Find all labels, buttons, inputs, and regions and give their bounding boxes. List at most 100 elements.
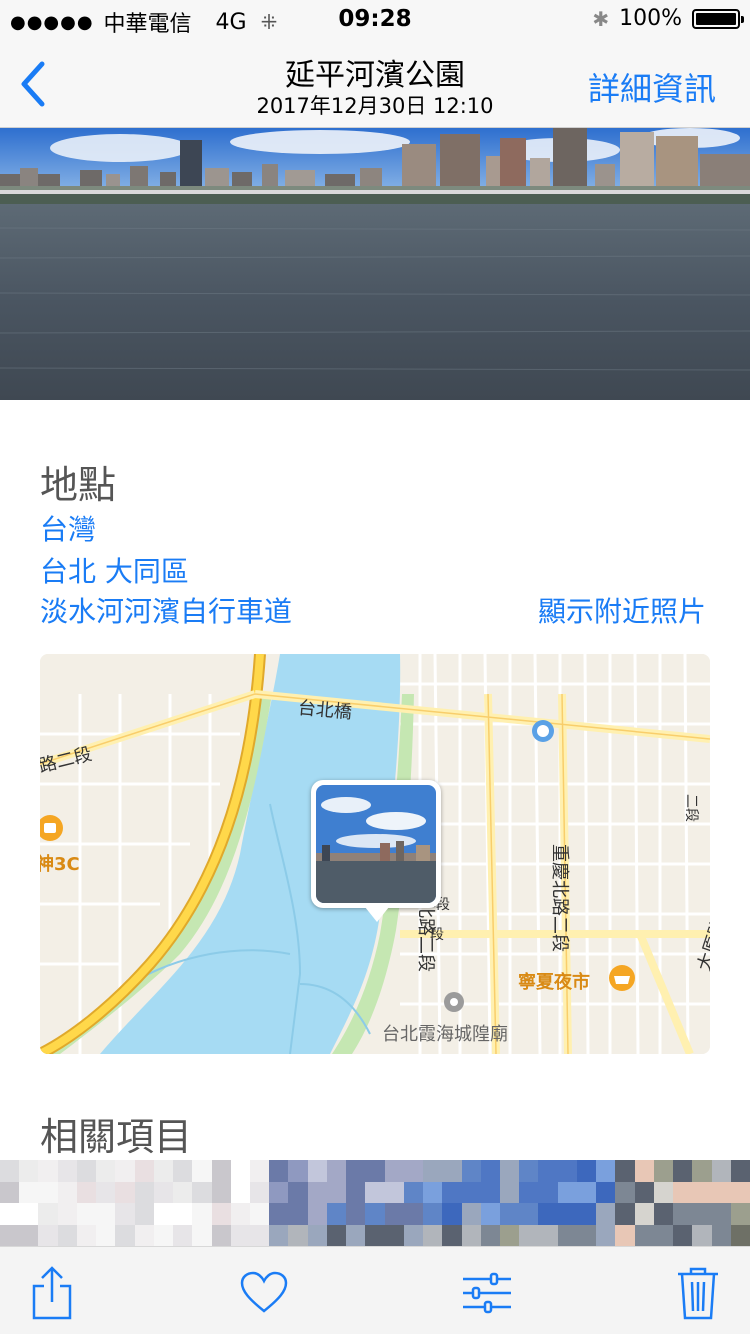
- related-item-tile: [384, 1203, 404, 1225]
- related-item-tile: [326, 1203, 347, 1225]
- map-label-small-duan: 段: [430, 927, 444, 943]
- location-heading: 地點: [40, 463, 117, 507]
- related-item-tile: [38, 1224, 58, 1246]
- related-item-tile: [634, 1181, 654, 1203]
- related-item-tile: [711, 1203, 731, 1225]
- status-right: ✱ 100%: [592, 6, 744, 31]
- related-item-tile: [576, 1224, 597, 1246]
- map-photo-thumbnail: [316, 785, 436, 903]
- related-item-tile: [134, 1160, 154, 1182]
- edit-button[interactable]: [459, 1265, 515, 1321]
- related-item-tile: [461, 1224, 481, 1246]
- photo-image[interactable]: [0, 128, 750, 400]
- related-item-tile: [576, 1181, 597, 1203]
- related-item-tile: [19, 1181, 39, 1203]
- details-button[interactable]: 詳細資訊: [588, 64, 716, 110]
- related-item-tile: [76, 1224, 97, 1246]
- related-item-tile: [115, 1224, 135, 1246]
- related-item-tile: [0, 1181, 20, 1203]
- location-country-link[interactable]: 台灣: [40, 508, 96, 548]
- related-item-tile: [730, 1224, 750, 1246]
- related-item-tile: [653, 1181, 674, 1203]
- related-item-tile: [250, 1160, 270, 1182]
- related-item-tile: [500, 1203, 520, 1225]
- related-item-tile: [153, 1224, 174, 1246]
- related-item-tile: [500, 1160, 520, 1182]
- related-item-tile: [115, 1203, 135, 1225]
- related-item-tile: [230, 1224, 250, 1246]
- related-item-tile: [519, 1181, 539, 1203]
- related-item-tile: [57, 1224, 77, 1246]
- related-item-tile: [346, 1203, 366, 1225]
- related-item-tile: [173, 1203, 193, 1225]
- related-item-tile: [653, 1224, 674, 1246]
- related-item-tile: [307, 1224, 327, 1246]
- related-item-tile: [653, 1203, 674, 1225]
- related-item-tile: [673, 1181, 693, 1203]
- related-item-tile: [326, 1181, 347, 1203]
- related-item-tile: [269, 1224, 289, 1246]
- heart-icon: [240, 1271, 288, 1313]
- related-item-tile: [19, 1160, 39, 1182]
- related-items-strip[interactable]: [0, 1160, 750, 1246]
- related-item-tile: [0, 1203, 20, 1225]
- related-item-tile: [711, 1181, 731, 1203]
- related-item-tile: [692, 1181, 712, 1203]
- related-item-tile: [634, 1203, 654, 1225]
- related-item-tile: [480, 1203, 500, 1225]
- related-item-tile: [96, 1224, 116, 1246]
- related-item-tile: [326, 1224, 347, 1246]
- related-item-tile: [692, 1224, 712, 1246]
- related-item-tile: [192, 1181, 212, 1203]
- related-item-tile: [730, 1203, 750, 1225]
- related-item-tile: [288, 1160, 308, 1182]
- related-item-tile: [442, 1203, 462, 1225]
- related-item-tile: [211, 1224, 231, 1246]
- related-item-tile: [211, 1160, 231, 1182]
- location-place-link[interactable]: 淡水河河濱自行車道: [40, 590, 292, 630]
- related-item-tile: [250, 1181, 270, 1203]
- battery-icon: [692, 8, 744, 29]
- related-item-tile: [134, 1203, 154, 1225]
- related-item-tile: [307, 1203, 327, 1225]
- status-bar: ●●●●● 中華電信 4G ⁜ 09:28 ✱ 100%: [0, 0, 750, 40]
- related-item-tile: [115, 1181, 135, 1203]
- related-item-tile: [230, 1203, 250, 1225]
- related-item-tile: [173, 1224, 193, 1246]
- related-item-tile: [326, 1160, 347, 1182]
- related-item-tile: [576, 1160, 597, 1182]
- related-item-tile: [134, 1224, 154, 1246]
- delete-button[interactable]: [670, 1265, 726, 1321]
- related-item-tile: [269, 1160, 289, 1182]
- related-item-tile: [596, 1181, 616, 1203]
- related-item-tile: [673, 1224, 693, 1246]
- related-item-tile: [442, 1160, 462, 1182]
- related-item-tile: [173, 1181, 193, 1203]
- map-label-shop: 神3C: [40, 854, 80, 875]
- related-item-tile: [673, 1160, 693, 1182]
- related-item-tile: [230, 1181, 250, 1203]
- location-district-link[interactable]: 台北 大同區: [40, 550, 189, 590]
- related-heading: 相關項目: [40, 1115, 193, 1159]
- related-item-tile: [423, 1224, 443, 1246]
- favorite-button[interactable]: [236, 1265, 292, 1321]
- related-item-tile: [423, 1181, 443, 1203]
- show-nearby-photos-link[interactable]: 顯示附近照片: [538, 590, 706, 630]
- related-item-tile: [211, 1203, 231, 1225]
- related-item-tile: [538, 1224, 558, 1246]
- related-item-tile: [76, 1203, 97, 1225]
- related-item-tile: [38, 1203, 58, 1225]
- map-label-chongqing-road: 重慶北路二段: [549, 844, 570, 952]
- location-map[interactable]: 台北橋 路二段 神3C 延平北路二段 重慶北路二段 寧夏夜市 台北霞海城隍廟 大…: [40, 654, 710, 1054]
- related-item-tile: [173, 1160, 193, 1182]
- map-photo-pin[interactable]: [311, 780, 441, 922]
- related-item-tile: [230, 1160, 250, 1182]
- related-item-tile: [192, 1224, 212, 1246]
- related-item-tile: [307, 1181, 327, 1203]
- related-item-tile: [500, 1224, 520, 1246]
- related-item-tile: [730, 1181, 750, 1203]
- share-button[interactable]: [24, 1265, 80, 1321]
- related-item-tile: [403, 1224, 424, 1246]
- related-item-tile: [365, 1181, 385, 1203]
- related-item-tile: [596, 1160, 616, 1182]
